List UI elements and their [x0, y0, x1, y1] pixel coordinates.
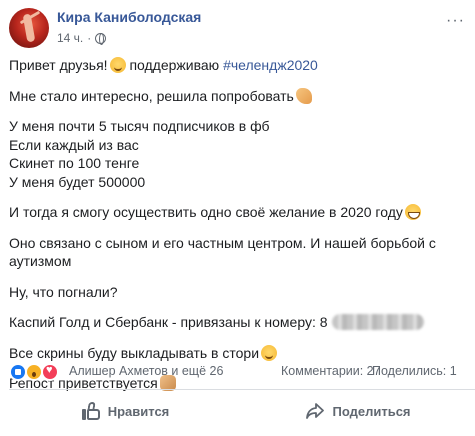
- post-paragraph-3: У меня почти 5 тысяч подписчиков в фб Ес…: [9, 117, 467, 191]
- author-avatar[interactable]: [9, 8, 49, 48]
- thumbs-up-icon: [81, 402, 100, 420]
- flexed-arm-emoji-icon: [295, 87, 312, 104]
- like-button-label: Нравится: [107, 403, 170, 419]
- line-3d-text: У меня будет 500000: [9, 173, 146, 190]
- support-text: поддерживаю: [125, 57, 224, 73]
- grinning-emoji-icon: [404, 204, 421, 220]
- redacted-phone-blur: [331, 314, 424, 330]
- like-reaction-icon[interactable]: [9, 363, 27, 381]
- blush-emoji-icon: [109, 57, 126, 73]
- line-7-text: Каспий Голд и Сбербанк - привязаны к ном…: [9, 314, 328, 330]
- shares-count-link[interactable]: Поделились: 1: [372, 364, 457, 378]
- greeting-text: Привет друзья!: [9, 57, 108, 73]
- line-2-text: Мне стало интересно, решила попробовать: [9, 87, 294, 104]
- love-reaction-icon[interactable]: [41, 363, 59, 381]
- share-arrow-icon: [306, 403, 325, 419]
- line-3a-text: У меня почти 5 тысяч подписчиков в фб: [9, 118, 270, 134]
- post-timestamp[interactable]: 14 ч.: [57, 31, 83, 45]
- post-line-4: И тогда я смогу осуществить одно своё же…: [9, 203, 467, 222]
- line-3b-text: Если каждый из вас: [9, 136, 139, 153]
- share-button-label: Поделиться: [332, 403, 411, 419]
- line-8-text: Все скрины буду выкладывать в стори: [9, 344, 260, 361]
- hashtag-link[interactable]: #челендж2020: [223, 57, 318, 73]
- post-line-6: Ну, что погнали?: [9, 283, 118, 300]
- post-line-2: Мне стало интересно, решила попробовать: [9, 87, 467, 106]
- post-meta: 14 ч. ·: [57, 31, 107, 45]
- like-button[interactable]: Нравится: [9, 393, 242, 429]
- line-4-text: И тогда я смогу осуществить одно своё же…: [9, 204, 403, 220]
- wow-reaction-icon[interactable]: [25, 363, 43, 381]
- share-button[interactable]: Поделиться: [242, 393, 475, 429]
- comments-count-link[interactable]: Комментарии: 27: [281, 364, 381, 378]
- smiling-emoji-icon: [261, 344, 278, 361]
- author-name[interactable]: Кира Каниболодская: [57, 9, 201, 25]
- post-line-8: Все скрины буду выкладывать в стори: [9, 344, 467, 363]
- post-line-5: Оно связано с сыном и его частным центро…: [9, 234, 436, 270]
- reaction-icons[interactable]: [9, 363, 67, 381]
- post-header: Кира Каниболодская 14 ч. · ···: [9, 6, 469, 50]
- meta-separator: ·: [87, 31, 92, 45]
- post-body: Привет друзья! поддерживаю #челендж2020 …: [9, 56, 467, 405]
- globe-icon[interactable]: [95, 32, 107, 45]
- reactions-bar: Алишер Ахметов и ещё 26 Комментарии: 27 …: [9, 361, 475, 383]
- post-line-1: Привет друзья! поддерживаю #челендж2020: [9, 56, 467, 75]
- post-actions: Нравится Поделиться: [9, 393, 475, 429]
- actions-divider: [9, 389, 475, 390]
- line-3c-text: Скинет по 100 тенге: [9, 155, 140, 171]
- more-options-icon[interactable]: ···: [446, 12, 465, 30]
- post-line-7: Каспий Голд и Сбербанк - привязаны к ном…: [9, 313, 467, 332]
- reactors-link[interactable]: Алишер Ахметов и ещё 26: [69, 364, 223, 378]
